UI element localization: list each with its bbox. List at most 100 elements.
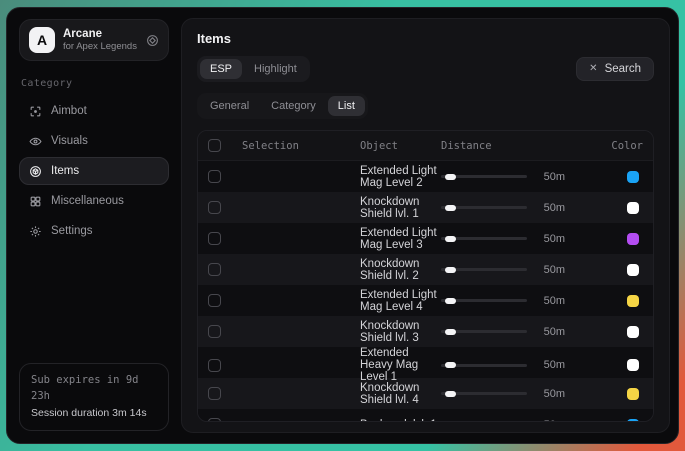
sidebar-item-label: Miscellaneous: [51, 195, 124, 207]
distance-slider[interactable]: [441, 360, 527, 370]
color-swatch[interactable]: [627, 388, 639, 400]
sidebar-item-label: Visuals: [51, 135, 88, 147]
sidebar-item-visuals[interactable]: Visuals: [19, 127, 169, 155]
table-row: Backpack lvl. 1 50m: [198, 409, 653, 422]
sidebar-item-label: Items: [51, 165, 79, 177]
main-panel: Items ESP Highlight ✕ Search General Cat…: [181, 18, 670, 433]
object-name: Backpack lvl. 1: [360, 419, 441, 423]
search-button-label: Search: [605, 63, 641, 75]
object-name: Extended Heavy Mag Level 1: [360, 347, 441, 383]
row-checkbox[interactable]: [208, 232, 221, 245]
column-header-color: Color: [593, 140, 645, 152]
distance-slider[interactable]: [441, 389, 527, 399]
row-checkbox[interactable]: [208, 263, 221, 276]
distance-value: 50m: [537, 359, 565, 371]
app-logo: A: [29, 27, 55, 53]
tab-highlight[interactable]: Highlight: [244, 59, 307, 79]
sidebar-item-label: Settings: [51, 225, 93, 237]
eye-icon: [29, 135, 42, 148]
distance-slider-thumb[interactable]: [445, 362, 456, 368]
app-title: Arcane: [63, 27, 138, 41]
sidebar-item-label: Aimbot: [51, 105, 87, 117]
mode-tab-group: ESP Highlight: [197, 56, 310, 82]
column-header-distance: Distance: [441, 140, 593, 152]
color-swatch[interactable]: [627, 326, 639, 338]
distance-slider-thumb[interactable]: [445, 236, 456, 242]
sidebar-item-miscellaneous[interactable]: Miscellaneous: [19, 187, 169, 215]
x-icon: ✕: [589, 64, 597, 74]
distance-slider[interactable]: [441, 203, 527, 213]
color-swatch[interactable]: [627, 171, 639, 183]
table-row: Knockdown Shield lvl. 3 50m: [198, 316, 653, 347]
object-name: Extended Light Mag Level 2: [360, 165, 441, 189]
table-row: Extended Light Mag Level 4 50m: [198, 285, 653, 316]
page-title: Items: [197, 31, 654, 46]
row-checkbox[interactable]: [208, 325, 221, 338]
row-checkbox[interactable]: [208, 201, 221, 214]
row-checkbox[interactable]: [208, 387, 221, 400]
row-checkbox[interactable]: [208, 418, 221, 422]
grid-icon: [29, 195, 42, 208]
tab-list[interactable]: List: [328, 96, 365, 116]
color-swatch[interactable]: [627, 233, 639, 245]
distance-slider[interactable]: [441, 265, 527, 275]
color-swatch[interactable]: [627, 419, 639, 423]
distance-slider[interactable]: [441, 420, 527, 423]
crosshair-icon: [29, 105, 42, 118]
distance-slider-thumb[interactable]: [445, 267, 456, 273]
color-swatch[interactable]: [627, 202, 639, 214]
controls-row: ESP Highlight ✕ Search: [197, 56, 654, 82]
distance-slider-thumb[interactable]: [445, 298, 456, 304]
distance-slider[interactable]: [441, 296, 527, 306]
table-row: Extended Light Mag Level 3 50m: [198, 223, 653, 254]
sidebar-nav: Aimbot Visuals Items: [19, 97, 169, 245]
distance-value: 50m: [537, 295, 565, 307]
sidebar-item-settings[interactable]: Settings: [19, 217, 169, 245]
sidebar-item-aimbot[interactable]: Aimbot: [19, 97, 169, 125]
sidebar-item-items[interactable]: Items: [19, 157, 169, 185]
distance-slider-thumb[interactable]: [445, 422, 456, 423]
distance-slider[interactable]: [441, 327, 527, 337]
sidebar: A Arcane for Apex Legends Category Aimbo…: [7, 8, 179, 443]
pin-icon[interactable]: [146, 34, 159, 47]
column-header-selection: Selection: [242, 140, 360, 152]
package-icon: [29, 165, 42, 178]
distance-slider[interactable]: [441, 234, 527, 244]
row-checkbox[interactable]: [208, 359, 221, 372]
search-button[interactable]: ✕ Search: [576, 57, 654, 81]
select-all-checkbox[interactable]: [208, 139, 221, 152]
row-checkbox[interactable]: [208, 294, 221, 307]
category-section-label: Category: [21, 78, 167, 89]
table-body: Extended Light Mag Level 2 50m Knockdown…: [198, 161, 653, 422]
distance-slider-thumb[interactable]: [445, 174, 456, 180]
tab-category[interactable]: Category: [261, 96, 326, 116]
tab-general[interactable]: General: [200, 96, 259, 116]
object-name: Knockdown Shield lvl. 4: [360, 382, 441, 406]
distance-value: 50m: [537, 388, 565, 400]
object-name: Knockdown Shield lvl. 2: [360, 258, 441, 282]
object-name: Knockdown Shield lvl. 3: [360, 320, 441, 344]
session-duration-text: Session duration 3m 14s: [31, 405, 157, 422]
distance-slider-thumb[interactable]: [445, 391, 456, 397]
table-row: Extended Light Mag Level 2 50m: [198, 161, 653, 192]
view-tabs-row: General Category List: [197, 93, 654, 119]
brand-card: A Arcane for Apex Legends: [19, 19, 169, 61]
tab-esp[interactable]: ESP: [200, 59, 242, 79]
distance-value: 50m: [537, 202, 565, 214]
table-row: Extended Heavy Mag Level 1 50m: [198, 347, 653, 378]
app-subtitle: for Apex Legends: [63, 41, 138, 53]
table-row: Knockdown Shield lvl. 4 50m: [198, 378, 653, 409]
app-window: A Arcane for Apex Legends Category Aimbo…: [6, 7, 679, 444]
distance-value: 50m: [537, 264, 565, 276]
color-swatch[interactable]: [627, 264, 639, 276]
distance-value: 50m: [537, 233, 565, 245]
distance-slider[interactable]: [441, 172, 527, 182]
table-row: Knockdown Shield lvl. 2 50m: [198, 254, 653, 285]
color-swatch[interactable]: [627, 359, 639, 371]
distance-slider-thumb[interactable]: [445, 205, 456, 211]
color-swatch[interactable]: [627, 295, 639, 307]
gear-icon: [29, 225, 42, 238]
row-checkbox[interactable]: [208, 170, 221, 183]
distance-slider-thumb[interactable]: [445, 329, 456, 335]
items-table: Selection Object Distance Color Extended…: [197, 130, 654, 422]
